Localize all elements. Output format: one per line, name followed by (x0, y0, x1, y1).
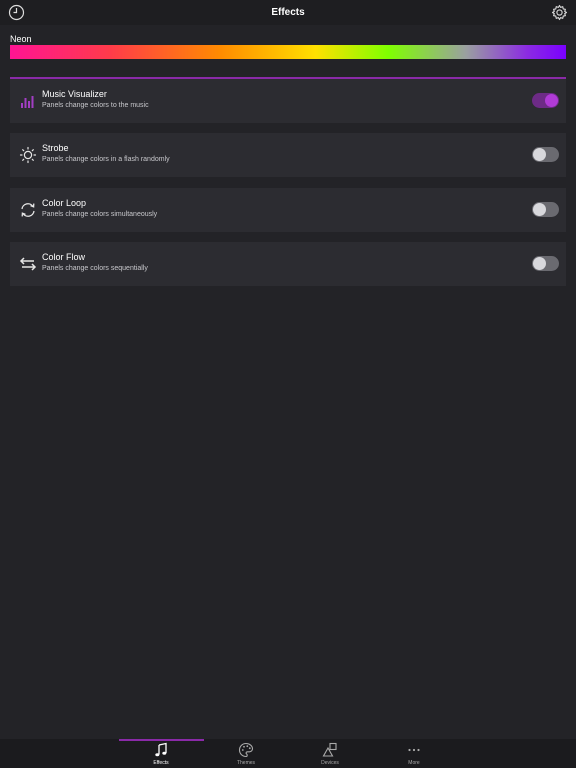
tab-label: Effects (153, 760, 169, 766)
theme-gradient-bar[interactable] (10, 45, 566, 59)
swap-arrows-icon (19, 255, 37, 273)
tab-label: Devices (321, 760, 339, 766)
effect-title: Strobe (42, 143, 69, 153)
tab-bar: Effects Themes Devices More (0, 739, 576, 768)
bar-chart-icon (19, 92, 37, 110)
toggle-knob (533, 148, 546, 161)
tab-effects[interactable]: Effects (131, 741, 191, 768)
effect-subtitle: Panels change colors sequentially (42, 265, 148, 272)
tab-themes[interactable]: Themes (216, 741, 276, 768)
effect-subtitle: Panels change colors simultaneously (42, 211, 158, 218)
effect-card-color-loop[interactable]: Color Loop Panels change colors simultan… (10, 188, 566, 232)
page-title: Effects (271, 7, 305, 18)
sun-icon (19, 146, 37, 164)
toggle-knob (533, 203, 546, 216)
effect-card-color-flow[interactable]: Color Flow Panels change colors sequenti… (10, 242, 566, 286)
more-dots-icon (406, 742, 422, 758)
color-flow-toggle[interactable] (532, 256, 559, 271)
effect-title: Color Loop (42, 198, 87, 208)
header-bar: Effects (0, 0, 576, 25)
color-loop-toggle[interactable] (532, 202, 559, 217)
effect-title: Music Visualizer (42, 89, 107, 99)
shapes-icon (322, 742, 338, 758)
refresh-icon (19, 201, 37, 219)
toggle-knob (545, 94, 558, 107)
clock-icon[interactable] (8, 4, 25, 21)
effect-subtitle: Panels change colors to the music (42, 102, 149, 109)
gear-icon[interactable] (551, 4, 568, 21)
strobe-toggle[interactable] (532, 147, 559, 162)
tab-more[interactable]: More (384, 741, 444, 768)
music-visualizer-toggle[interactable] (532, 93, 559, 108)
palette-icon (238, 742, 254, 758)
theme-name: Neon (10, 34, 32, 44)
tab-label: Themes (236, 760, 256, 766)
effect-card-music-visualizer[interactable]: Music Visualizer Panels change colors to… (10, 79, 566, 123)
effect-subtitle: Panels change colors in a flash randomly (42, 156, 170, 163)
tab-devices[interactable]: Devices (300, 741, 360, 768)
effect-title: Color Flow (42, 252, 86, 262)
toggle-knob (533, 257, 546, 270)
music-note-icon (153, 742, 169, 758)
effect-card-strobe[interactable]: Strobe Panels change colors in a flash r… (10, 133, 566, 177)
tab-label: More (408, 760, 420, 766)
app-root: Effects Neon Music Visualizer Panels cha… (0, 0, 576, 768)
